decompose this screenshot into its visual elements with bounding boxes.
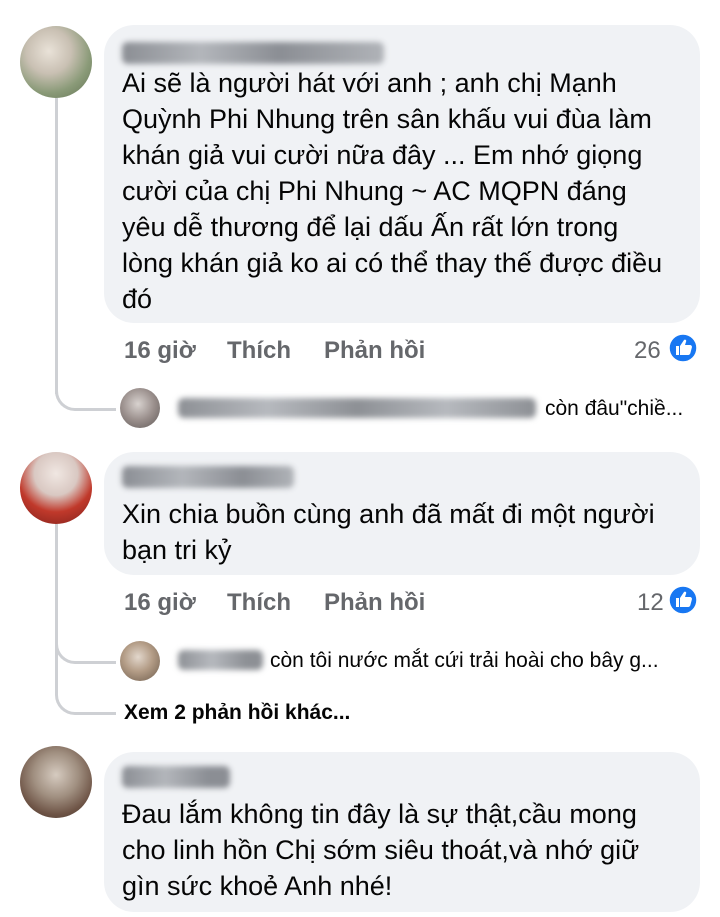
comment-timestamp[interactable]: 16 giờ	[124, 337, 196, 365]
comment-text-line: Ai sẽ là người hát với anh ; anh chị Mạn…	[122, 68, 617, 98]
thread-connector	[55, 680, 116, 715]
comment-text-line: yêu dễ thương để lại dấu Ấn rất lớn tron…	[122, 212, 619, 242]
thread-connector	[55, 380, 116, 411]
comment-text-line: Đau lắm không tin đây là sự thật,cầu mon…	[122, 799, 637, 829]
avatar[interactable]	[120, 641, 160, 681]
reply-preview-text[interactable]: còn tôi nước mắt cứi trải hoài cho bây g…	[270, 649, 659, 673]
comment-text-line: Quỳnh Phi Nhung trên sân khấu vui đùa là…	[122, 104, 652, 134]
reply-button[interactable]: Phản hồi	[324, 589, 425, 617]
reply-button[interactable]: Phản hồi	[324, 337, 425, 365]
comment-text-line: khán giả vui cười nữa đây ... Em nhớ giọ…	[122, 140, 643, 170]
comment-author-name[interactable]	[122, 42, 384, 64]
avatar[interactable]	[20, 26, 92, 98]
comment-text-line: cho linh hồn Chị sớm siêu thoát,và nhớ g…	[122, 835, 640, 865]
reaction-count[interactable]: 12	[637, 589, 664, 617]
comment-text-line: lòng khán giả ko ai có thể thay thế được…	[122, 248, 663, 278]
reply-author-name[interactable]	[178, 398, 536, 418]
avatar[interactable]	[120, 388, 160, 428]
thread-line	[55, 524, 58, 694]
comment-author-name[interactable]	[122, 766, 230, 788]
comment-text-line: Xin chia buồn cùng anh đã mất đi một ngư…	[122, 499, 655, 529]
view-more-replies-link[interactable]: Xem 2 phản hồi khác...	[124, 701, 350, 725]
avatar[interactable]	[20, 452, 92, 524]
avatar[interactable]	[20, 746, 92, 818]
thread-connector	[55, 634, 116, 664]
thumbs-up-icon[interactable]	[668, 333, 698, 363]
thread-line	[55, 98, 58, 394]
reply-author-name[interactable]	[178, 650, 263, 670]
comment-timestamp[interactable]: 16 giờ	[124, 589, 196, 617]
like-button[interactable]: Thích	[227, 589, 291, 617]
like-button[interactable]: Thích	[227, 337, 291, 365]
comment-text-line: gìn sức khoẻ Anh nhé!	[122, 871, 393, 901]
reaction-count[interactable]: 26	[634, 337, 661, 365]
thumbs-up-icon[interactable]	[668, 585, 698, 615]
comment-text-line: cười của chị Phi Nhung ~ AC MQPN đáng	[122, 176, 627, 206]
comment-text-line: bạn tri kỷ	[122, 535, 232, 565]
reply-preview-text[interactable]: còn đâu"chiề...	[545, 397, 683, 421]
comment-author-name[interactable]	[122, 466, 294, 488]
comment-text-line: đó	[122, 284, 153, 314]
